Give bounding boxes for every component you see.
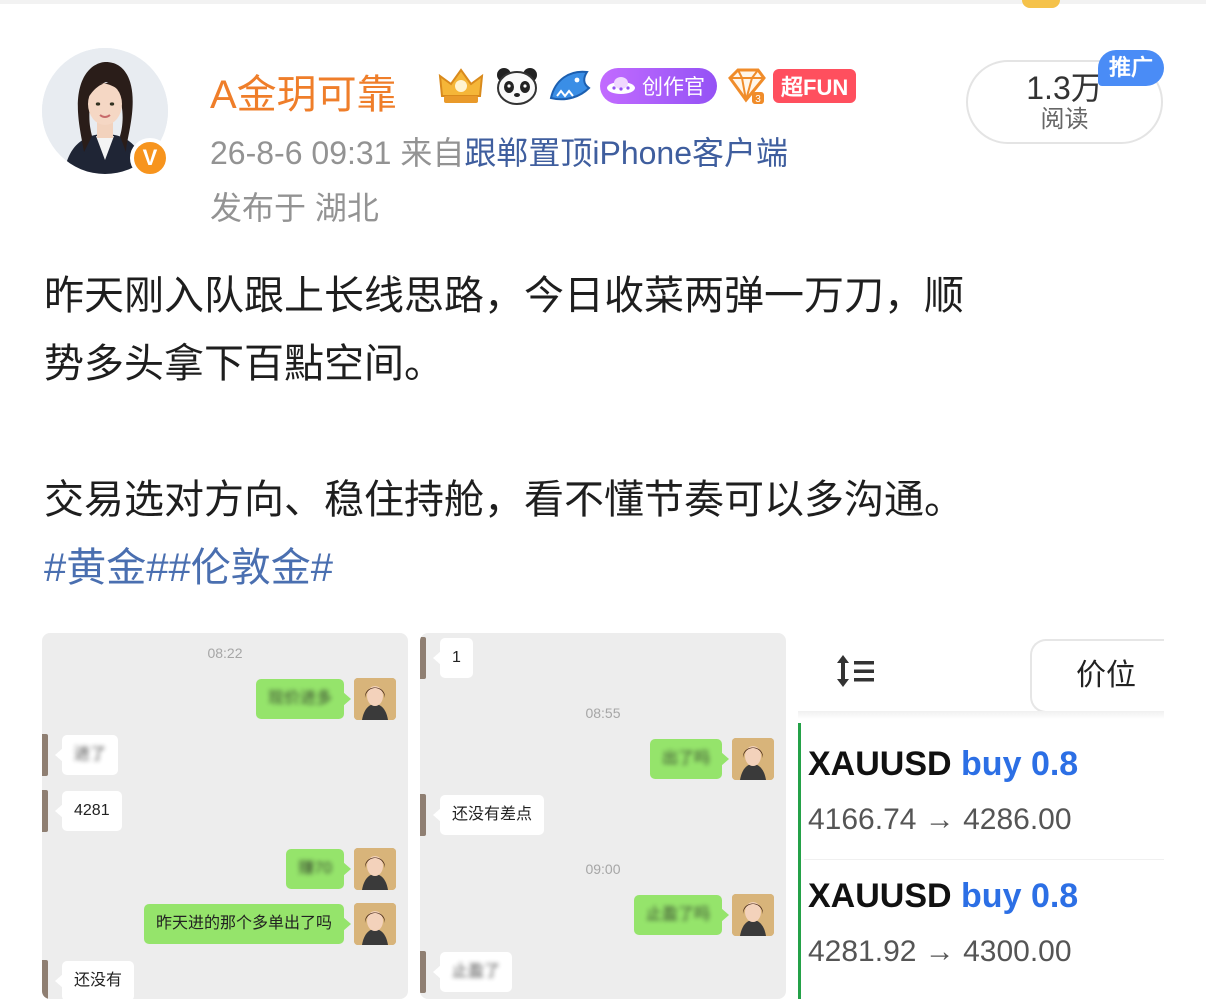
panel-divider bbox=[798, 711, 1164, 719]
ufo-icon bbox=[607, 77, 635, 94]
diamond-icon[interactable]: 3 bbox=[723, 66, 767, 106]
post-body: 昨天刚入队跟上长线思路，今日收菜两弹一万刀，顺 势多头拿下百點空间。 交易选对方… bbox=[44, 262, 1164, 534]
chat-avatar bbox=[354, 678, 396, 720]
hashtags: #黄金##伦敦金# bbox=[44, 538, 333, 598]
svg-text:3: 3 bbox=[755, 94, 761, 105]
hashtag-gold[interactable]: #黄金# bbox=[44, 546, 169, 590]
chat-avatar-edge bbox=[420, 637, 426, 679]
price-sort-button[interactable]: 价位 bbox=[1030, 639, 1164, 713]
creator-badge[interactable]: 创作官 bbox=[600, 68, 717, 104]
verified-badge: V bbox=[130, 138, 170, 178]
chat-avatar-edge bbox=[42, 960, 48, 999]
trade-row-title[interactable]: XAUUSD buy 0.8 bbox=[808, 877, 1078, 916]
chat-bubble-received: 还没有 bbox=[54, 961, 135, 999]
chat-bubble-received: 还没有差点 bbox=[432, 795, 545, 835]
chat-bubble-received: 1 bbox=[433, 638, 473, 678]
trade-direction: buy bbox=[961, 745, 1022, 783]
read-label: 阅读 bbox=[1040, 106, 1089, 133]
crown-icon[interactable] bbox=[434, 66, 488, 106]
chat-bubble-sent: 出了吗 bbox=[649, 739, 730, 779]
post-location: 发布于 湖北 bbox=[210, 190, 379, 226]
super-fun-badge[interactable]: 超FUN bbox=[773, 69, 857, 103]
trade-row-title[interactable]: XAUUSD buy 0.8 bbox=[808, 745, 1078, 784]
trade-volume: 0.8 bbox=[1030, 877, 1079, 915]
post-image-chat-2[interactable]: 1 08:55 出了吗 还没有差点 09:00 止盈了吗 止盈了 bbox=[420, 633, 786, 999]
trade-prices: 4166.74 → 4286.00 bbox=[808, 803, 1072, 836]
trade-symbol: XAUUSD bbox=[808, 877, 952, 915]
profit-indicator-line bbox=[798, 723, 801, 999]
post-text-line: 势多头拿下百點空间。 bbox=[44, 342, 444, 386]
post-text-line: 昨天刚入队跟上长线思路，今日收菜两弹一万刀，顺 bbox=[44, 274, 964, 318]
chat-bubble-sent: 昨天进的那个多单出了吗 bbox=[143, 904, 352, 944]
chat-avatar bbox=[732, 894, 774, 936]
creator-label: 创作官 bbox=[642, 76, 705, 99]
chat-avatar bbox=[732, 738, 774, 780]
chat-bubble-received: 进了 bbox=[54, 735, 119, 775]
chat-bubble-sent: 止盈了吗 bbox=[633, 895, 730, 935]
chat-avatar-edge bbox=[42, 734, 48, 776]
user-badges: 创作官 3 超FUN bbox=[434, 64, 857, 108]
trade-symbol: XAUUSD bbox=[808, 745, 952, 783]
chat-avatar bbox=[354, 903, 396, 945]
chat-timestamp: 08:55 bbox=[585, 705, 621, 721]
chat-bubble-sent: 赚70 bbox=[286, 849, 351, 889]
trade-prices: 4281.92 → 4300.00 bbox=[808, 935, 1072, 968]
top-decoration bbox=[1022, 0, 1060, 8]
chat-timestamp: 09:00 bbox=[585, 861, 621, 877]
post-timestamp: 26-8-6 09:31 bbox=[210, 135, 392, 171]
post-text-line: 交易选对方向、稳住持舱，看不懂节奏可以多沟通。 bbox=[44, 478, 964, 522]
post-source-link[interactable]: 跟郸置顶iPhone客户端 bbox=[464, 135, 788, 171]
row-divider bbox=[804, 859, 1164, 860]
chat-avatar-edge bbox=[420, 794, 426, 836]
chat-bubble-received: 止盈了 bbox=[432, 952, 513, 992]
trade-volume: 0.8 bbox=[1030, 745, 1079, 783]
chat-timestamp: 08:22 bbox=[207, 645, 243, 661]
sort-icon[interactable] bbox=[834, 651, 882, 691]
shark-icon[interactable] bbox=[546, 66, 594, 106]
chat-avatar-edge bbox=[42, 790, 48, 832]
chat-bubble-received: 4281 bbox=[55, 791, 122, 831]
promoted-tag: 推广 bbox=[1098, 50, 1164, 86]
trade-direction: buy bbox=[961, 877, 1022, 915]
chat-bubble-sent: 现价进多 bbox=[255, 679, 352, 719]
post-image-chat-1[interactable]: 08:22 现价进多 进了 4281 赚70 昨天进的那个多单出了吗 还没有 bbox=[42, 633, 408, 999]
source-prefix: 来自 bbox=[400, 135, 465, 171]
username[interactable]: A金玥可靠 bbox=[210, 62, 397, 120]
post-meta: 26-8-6 09:31 来自跟郸置顶iPhone客户端 bbox=[210, 128, 788, 174]
post-image-trades[interactable]: 价位 XAUUSD buy 0.8 4166.74 → 4286.00 XAUU… bbox=[798, 633, 1164, 999]
chat-avatar-edge bbox=[420, 951, 426, 993]
hashtag-london-gold[interactable]: #伦敦金# bbox=[169, 546, 334, 590]
chat-avatar bbox=[354, 848, 396, 890]
panda-icon[interactable] bbox=[494, 66, 540, 106]
